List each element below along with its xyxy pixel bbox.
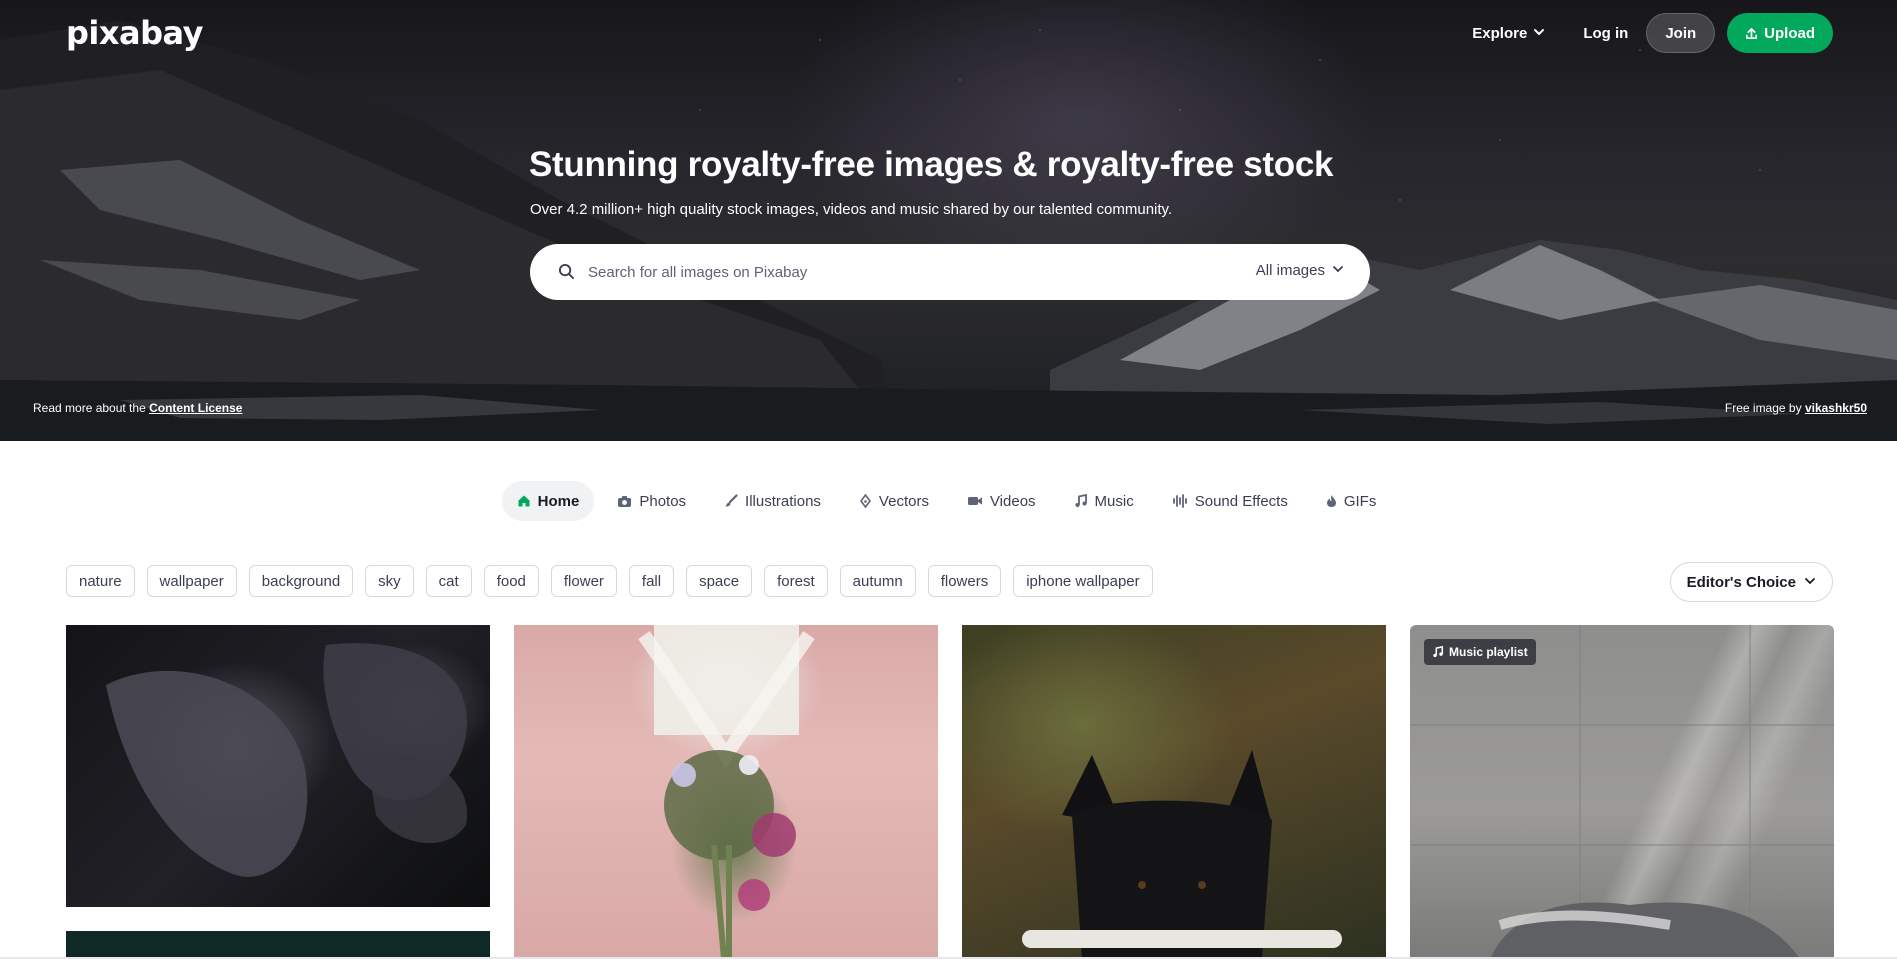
sort-label: Editor's Choice — [1686, 573, 1796, 591]
image-credit: Free image by vikashkr50 — [1725, 401, 1867, 415]
home-icon — [517, 494, 531, 508]
tag-chip[interactable]: fall — [628, 565, 675, 597]
upload-icon — [1745, 27, 1758, 40]
music-playlist-badge: Music playlist — [1424, 639, 1536, 665]
tab-home[interactable]: Home — [501, 481, 595, 521]
tab-label: Sound Effects — [1194, 492, 1288, 510]
tab-label: Vectors — [878, 492, 929, 510]
image-tile-leaves[interactable] — [66, 625, 490, 907]
chevron-down-icon — [1332, 262, 1344, 279]
tag-chip[interactable]: background — [248, 565, 354, 597]
tab-sound-effects[interactable]: Sound Effects — [1157, 481, 1303, 521]
content-license-link[interactable]: Content License — [149, 401, 242, 415]
chevron-down-icon — [1804, 574, 1816, 591]
music-note-icon — [1074, 494, 1088, 508]
tag-chip[interactable]: cat — [425, 565, 472, 597]
upload-button[interactable]: Upload — [1727, 13, 1833, 53]
tag-chip[interactable]: space — [686, 565, 753, 597]
brush-icon — [724, 494, 738, 508]
tab-label: Videos — [989, 492, 1036, 510]
tag-chip[interactable]: autumn — [839, 565, 916, 597]
tab-gifs[interactable]: GIFs — [1311, 481, 1392, 521]
chevron-down-icon — [1533, 25, 1545, 42]
top-navigation: pixabay Explore Log in Join Upload — [0, 0, 1897, 66]
license-prefix: Read more about the — [33, 401, 146, 415]
camera-icon — [617, 495, 632, 508]
hero-subtitle: Over 4.2 million+ high quality stock ima… — [530, 201, 1173, 218]
hero-banner: pixabay Explore Log in Join Upload Stunn… — [0, 0, 1897, 441]
search-input[interactable] — [588, 258, 1208, 286]
explore-label: Explore — [1472, 24, 1528, 42]
tab-label: Illustrations — [745, 492, 821, 510]
sort-dropdown[interactable]: Editor's Choice — [1669, 562, 1833, 602]
credit-author-link[interactable]: vikashkr50 — [1805, 401, 1867, 415]
tag-chip[interactable]: wallpaper — [146, 565, 237, 597]
music-note-icon — [1432, 646, 1444, 658]
tab-vectors[interactable]: Vectors — [844, 481, 944, 521]
tab-illustrations[interactable]: Illustrations — [709, 481, 836, 521]
concrete-room-photo — [1410, 625, 1834, 959]
dog-photo — [1022, 750, 1342, 959]
search-scope-label: All images — [1255, 262, 1325, 279]
music-playlist-label: Music playlist — [1449, 645, 1528, 659]
image-tile-dog[interactable] — [962, 625, 1386, 959]
join-button[interactable]: Join — [1646, 13, 1716, 53]
login-link[interactable]: Log in — [1583, 25, 1628, 42]
media-type-tabs: Home Photos Illustrations Vectors Videos — [0, 481, 1897, 521]
tag-chip[interactable]: flower — [550, 565, 617, 597]
tab-label: Photos — [639, 492, 687, 510]
tab-label: GIFs — [1343, 492, 1377, 510]
flame-icon — [1326, 494, 1337, 508]
tab-label: Home — [537, 492, 580, 510]
tag-chip[interactable]: food — [483, 565, 539, 597]
tab-music[interactable]: Music — [1059, 481, 1149, 521]
video-camera-icon — [967, 495, 983, 507]
tab-photos[interactable]: Photos — [602, 481, 701, 521]
tab-videos[interactable]: Videos — [952, 481, 1051, 521]
tab-label: Music — [1094, 492, 1134, 510]
search-scope-dropdown[interactable]: All images — [1256, 262, 1344, 279]
tag-chip[interactable]: forest — [764, 565, 828, 597]
tag-chip[interactable]: flowers — [927, 565, 1002, 597]
tag-chip[interactable]: nature — [66, 565, 135, 597]
leaf-photo — [106, 643, 468, 877]
pixabay-logo[interactable]: pixabay — [66, 14, 203, 52]
tag-chip[interactable]: iphone wallpaper — [1013, 565, 1153, 597]
pen-nib-icon — [859, 494, 872, 508]
image-tile-music-playlist[interactable]: Music playlist — [1410, 625, 1834, 959]
image-tile-bouquet[interactable] — [514, 625, 938, 959]
hero-overlay — [0, 0, 1897, 441]
explore-menu[interactable]: Explore — [1472, 25, 1545, 42]
credit-prefix: Free image by — [1724, 401, 1802, 415]
header-actions: Explore Log in Join Upload — [1472, 13, 1833, 53]
content-license-note: Read more about the Content License — [33, 401, 242, 415]
trending-tags: nature wallpaper background sky cat food… — [66, 565, 1165, 597]
image-tile-partial[interactable] — [66, 931, 490, 959]
search-bar: All images — [530, 244, 1370, 300]
tag-chip[interactable]: sky — [365, 565, 414, 597]
waveform-icon — [1172, 494, 1188, 508]
search-icon[interactable] — [558, 263, 575, 285]
hero-title: Stunning royalty-free images & royalty-f… — [529, 145, 1334, 184]
upload-label: Upload — [1764, 24, 1815, 42]
bouquet-photo — [638, 625, 815, 959]
